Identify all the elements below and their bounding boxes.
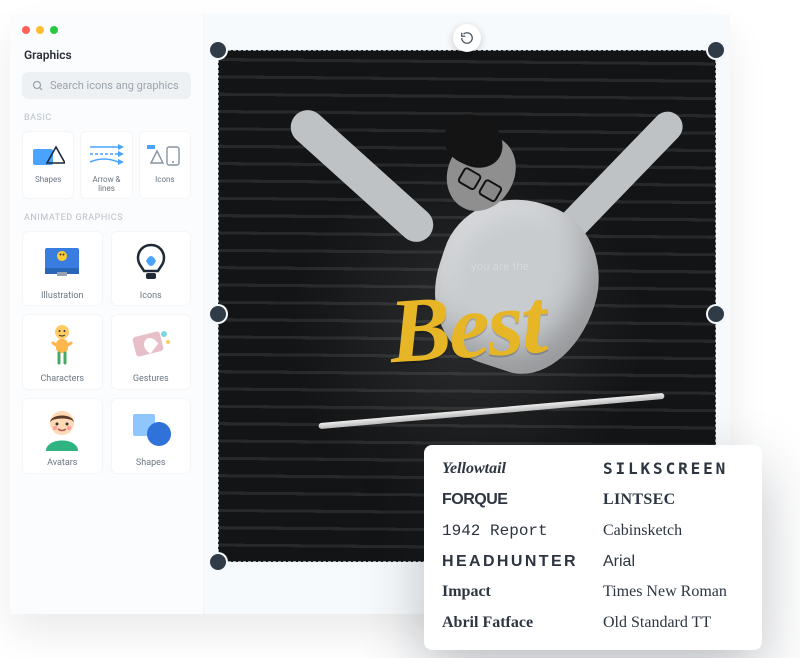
character-icon xyxy=(27,321,98,371)
tile-label: Characters xyxy=(27,375,98,385)
font-option[interactable]: Cabinsketch xyxy=(603,521,744,542)
avatar-icon xyxy=(27,405,98,455)
resize-handle-tr[interactable] xyxy=(708,42,724,58)
font-option[interactable]: Abril Fatface xyxy=(442,613,583,634)
animated-tiles: Illustration Icons xyxy=(22,231,191,475)
tile-label: Icons xyxy=(144,176,186,185)
gesture-icon xyxy=(116,321,187,371)
font-option[interactable]: Arial xyxy=(603,552,744,573)
tile-label: Shapes xyxy=(116,459,187,469)
tile-label: Arrow & lines xyxy=(85,176,127,194)
rotate-icon xyxy=(460,31,474,45)
basic-tiles: Shapes Arrow & lines xyxy=(22,131,191,199)
section-animated-label: ANIMATED GRAPHICS xyxy=(24,213,191,223)
devices-icon xyxy=(144,138,186,172)
resize-handle-ml[interactable] xyxy=(210,306,226,322)
shapes-icon xyxy=(27,138,69,172)
window-controls xyxy=(22,26,58,34)
tile-arrows[interactable]: Arrow & lines xyxy=(80,131,132,199)
font-option[interactable]: Impact xyxy=(442,582,583,603)
tile-label: Gestures xyxy=(116,375,187,385)
bulb-icon xyxy=(116,238,187,288)
tile-anim-shapes[interactable]: Shapes xyxy=(111,398,192,474)
font-picker[interactable]: Yellowtail SILKSCREEN FORQUE LINTSEC 194… xyxy=(424,445,762,650)
tile-gestures[interactable]: Gestures xyxy=(111,314,192,390)
tile-icons[interactable]: Icons xyxy=(139,131,191,199)
font-option[interactable]: Times New Roman xyxy=(603,582,744,603)
sidebar: Graphics Search icons ang graphics BASIC… xyxy=(10,14,204,614)
resize-handle-tl[interactable] xyxy=(210,42,226,58)
font-option[interactable]: FORQUE xyxy=(442,490,583,511)
tile-characters[interactable]: Characters xyxy=(22,314,103,390)
search-placeholder: Search icons ang graphics xyxy=(50,79,179,92)
rotate-handle[interactable] xyxy=(453,24,481,52)
search-input[interactable]: Search icons ang graphics xyxy=(22,72,191,99)
shapes2-icon xyxy=(116,405,187,455)
tile-avatars[interactable]: Avatars xyxy=(22,398,103,474)
illustration-icon xyxy=(27,238,98,288)
minimize-icon[interactable] xyxy=(36,26,44,34)
resize-handle-mr[interactable] xyxy=(708,306,724,322)
close-icon[interactable] xyxy=(22,26,30,34)
tile-illustration[interactable]: Illustration xyxy=(22,231,103,307)
resize-handle-bl[interactable] xyxy=(210,554,226,570)
arrows-icon xyxy=(85,138,127,172)
font-option[interactable]: 1942 Report xyxy=(442,521,583,542)
search-icon xyxy=(32,80,44,92)
font-option[interactable]: Old Standard TT xyxy=(603,613,744,634)
tile-shapes[interactable]: Shapes xyxy=(22,131,74,199)
headline-text[interactable]: Best xyxy=(386,268,549,385)
font-option[interactable]: SILKSCREEN xyxy=(603,459,744,480)
font-option[interactable]: Yellowtail xyxy=(442,459,583,480)
section-basic-label: BASIC xyxy=(24,113,191,123)
font-option[interactable]: HEADHUNTER xyxy=(442,552,583,573)
tile-label: Icons xyxy=(116,292,187,302)
tile-label: Illustration xyxy=(27,292,98,302)
maximize-icon[interactable] xyxy=(50,26,58,34)
font-option[interactable]: LINTSEC xyxy=(603,490,744,511)
tile-label: Avatars xyxy=(27,459,98,469)
tile-label: Shapes xyxy=(27,176,69,185)
sidebar-title: Graphics xyxy=(22,48,191,62)
tile-anim-icons[interactable]: Icons xyxy=(111,231,192,307)
